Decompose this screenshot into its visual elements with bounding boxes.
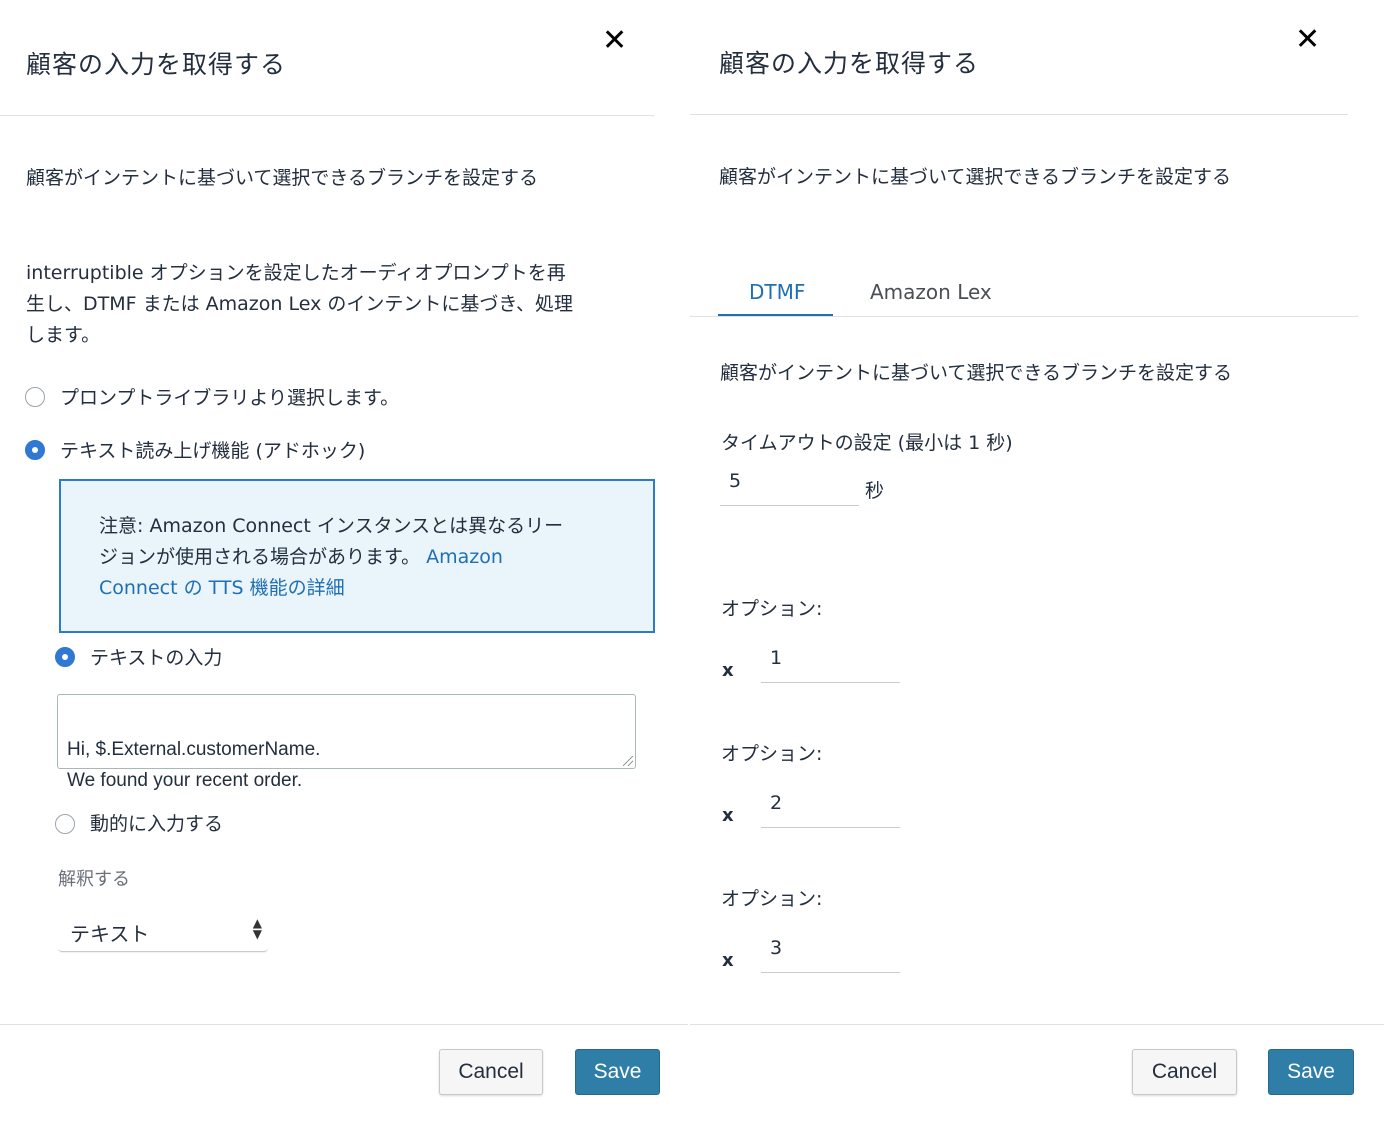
notice-line: ジョンが使用される場合があります。 [99, 546, 421, 568]
save-button[interactable]: Save [575, 1049, 660, 1095]
option-value: 2 [770, 792, 783, 814]
close-icon[interactable]: ✕ [1295, 25, 1320, 55]
cancel-button[interactable]: Cancel [1132, 1049, 1237, 1095]
dialog-subtitle: 顧客がインテントに基づいて選択できるブランチを設定する [26, 167, 539, 189]
radio-dynamic-input[interactable] [55, 814, 75, 834]
notice-text: 注意: Amazon Connect インスタンスとは異なるリー ジョンが使用さ… [99, 511, 619, 604]
info-notice: 注意: Amazon Connect インスタンスとは異なるリー ジョンが使用さ… [59, 479, 655, 633]
description: interruptible オプションを設定したオーディオプロンプトを再 生し、… [26, 258, 636, 351]
close-icon[interactable]: ✕ [602, 26, 627, 56]
tab-divider [690, 316, 1358, 317]
tab-dtmf[interactable]: DTMF [749, 280, 805, 304]
option-label: オプション: [721, 743, 823, 765]
timeout-label: タイムアウトの設定 (最小は 1 秒) [721, 432, 1013, 454]
textarea-value: Hi, $.External.customerName. We found yo… [67, 739, 321, 791]
save-button[interactable]: Save [1268, 1049, 1354, 1095]
notice-line: 注意: Amazon Connect インスタンスとは異なるリー [99, 515, 564, 537]
dialog-title: 顧客の入力を取得する [719, 49, 980, 78]
tab-subtitle: 顧客がインテントに基づいて選択できるブランチを設定する [720, 362, 1233, 384]
cancel-button[interactable]: Cancel [439, 1049, 543, 1095]
radio-dynamic-input-label: 動的に入力する [90, 813, 224, 835]
dialog-title: 顧客の入力を取得する [26, 50, 287, 79]
radio-prompt-library-label: プロンプトライブラリより選択します。 [60, 387, 400, 409]
tab-amazon-lex[interactable]: Amazon Lex [870, 280, 992, 304]
timeout-input[interactable]: 5 [720, 466, 859, 506]
footer-divider [690, 1024, 1384, 1025]
radio-text-to-speech[interactable] [25, 440, 45, 460]
timeout-value: 5 [729, 470, 742, 492]
tts-details-link-cont[interactable]: Connect の TTS 機能の詳細 [99, 573, 619, 604]
tts-textarea[interactable]: Hi, $.External.customerName. We found yo… [57, 694, 636, 791]
description-line: interruptible オプションを設定したオーディオプロンプトを再 [26, 262, 566, 284]
select-arrows-icon: ▲ ▼ [252, 916, 262, 941]
option-x: x [722, 950, 734, 971]
option-x: x [722, 805, 734, 826]
interpret-select-value: テキスト [70, 922, 150, 946]
timeout-unit: 秒 [865, 480, 885, 502]
description-line: 生し、DTMF または Amazon Lex のインテントに基づき、処理 [26, 293, 574, 315]
option-label: オプション: [721, 888, 823, 910]
radio-text-input-label: テキストの入力 [90, 647, 223, 669]
radio-text-to-speech-label: テキスト読み上げ機能 (アドホック) [60, 440, 366, 462]
option-value: 1 [770, 647, 783, 669]
option-input[interactable]: 1 [761, 643, 900, 683]
option-input[interactable]: 2 [761, 788, 900, 828]
header-divider [690, 114, 1348, 115]
left-dialog: 顧客の入力を取得する ✕ 顧客がインテントに基づいて選択できるブランチを設定する… [0, 0, 688, 1125]
radio-prompt-library[interactable] [25, 387, 45, 407]
dialog-subtitle: 顧客がインテントに基づいて選択できるブランチを設定する [719, 166, 1232, 188]
footer-divider [0, 1024, 688, 1025]
option-value: 3 [770, 937, 783, 959]
tts-details-link[interactable]: Amazon [426, 546, 503, 568]
interpret-select[interactable]: テキスト ▲ ▼ [58, 910, 268, 952]
option-x: x [722, 660, 734, 681]
right-dialog: 顧客の入力を取得する ✕ 顧客がインテントに基づいて選択できるブランチを設定する… [690, 0, 1384, 1125]
option-label: オプション: [721, 598, 823, 620]
resize-grip-icon[interactable] [623, 756, 633, 766]
interpret-label: 解釈する [58, 869, 130, 890]
header-divider [0, 115, 654, 116]
radio-text-input[interactable] [55, 647, 75, 667]
description-line: します。 [26, 324, 101, 346]
option-input[interactable]: 3 [761, 933, 900, 973]
